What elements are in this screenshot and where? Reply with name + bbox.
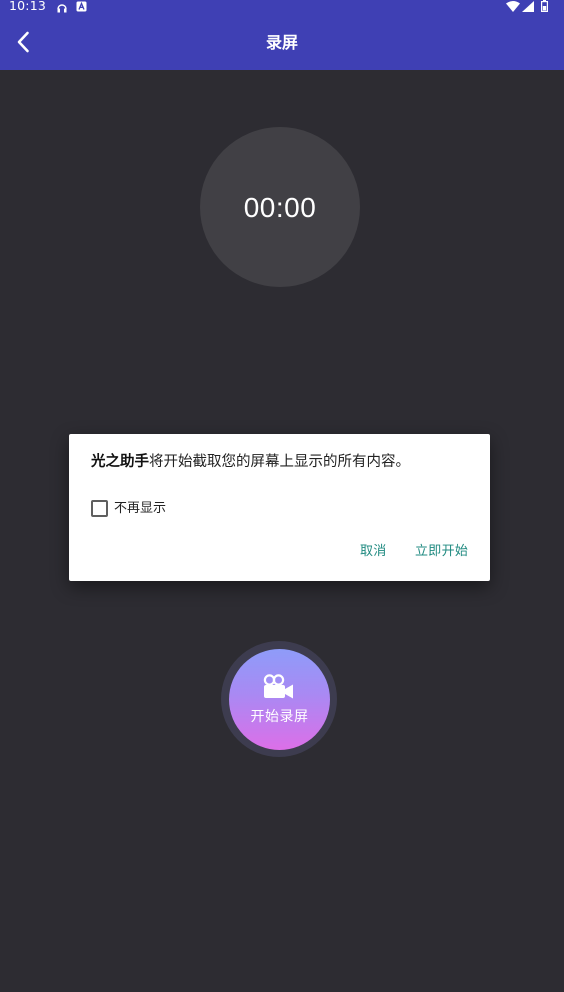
a-badge-icon — [76, 1, 87, 15]
timer-text: 00:00 — [243, 192, 317, 223]
dont-show-again-label[interactable]: 不再显示 — [114, 500, 166, 518]
dialog-app-name: 光之助手 — [91, 454, 149, 470]
battery-icon — [541, 0, 549, 15]
page-title: 录屏 — [265, 33, 298, 52]
start-now-button[interactable]: 立即开始 — [415, 543, 468, 561]
video-camera-icon — [263, 674, 295, 704]
status-time: 10:13 — [9, 0, 47, 13]
app-bar: 录屏 — [0, 14, 564, 70]
start-recording-button[interactable]: 开始录屏 — [229, 649, 330, 750]
cancel-button[interactable]: 取消 — [360, 543, 387, 561]
screen-capture-dialog: 光之助手将开始截取您的屏幕上显示的所有内容。 不再显示 取消 立即开始 — [69, 434, 490, 581]
timer-display: 00:00 — [200, 127, 360, 287]
start-recording-label: 开始录屏 — [250, 709, 309, 725]
status-bar: 10:13 — [0, 0, 564, 14]
dont-show-again-checkbox[interactable] — [91, 500, 108, 517]
wifi-icon — [506, 1, 520, 15]
signal-icon — [522, 1, 534, 15]
dialog-message: 光之助手将开始截取您的屏幕上显示的所有内容。 — [91, 452, 481, 472]
dialog-message-text: 将开始截取您的屏幕上显示的所有内容。 — [149, 454, 410, 470]
